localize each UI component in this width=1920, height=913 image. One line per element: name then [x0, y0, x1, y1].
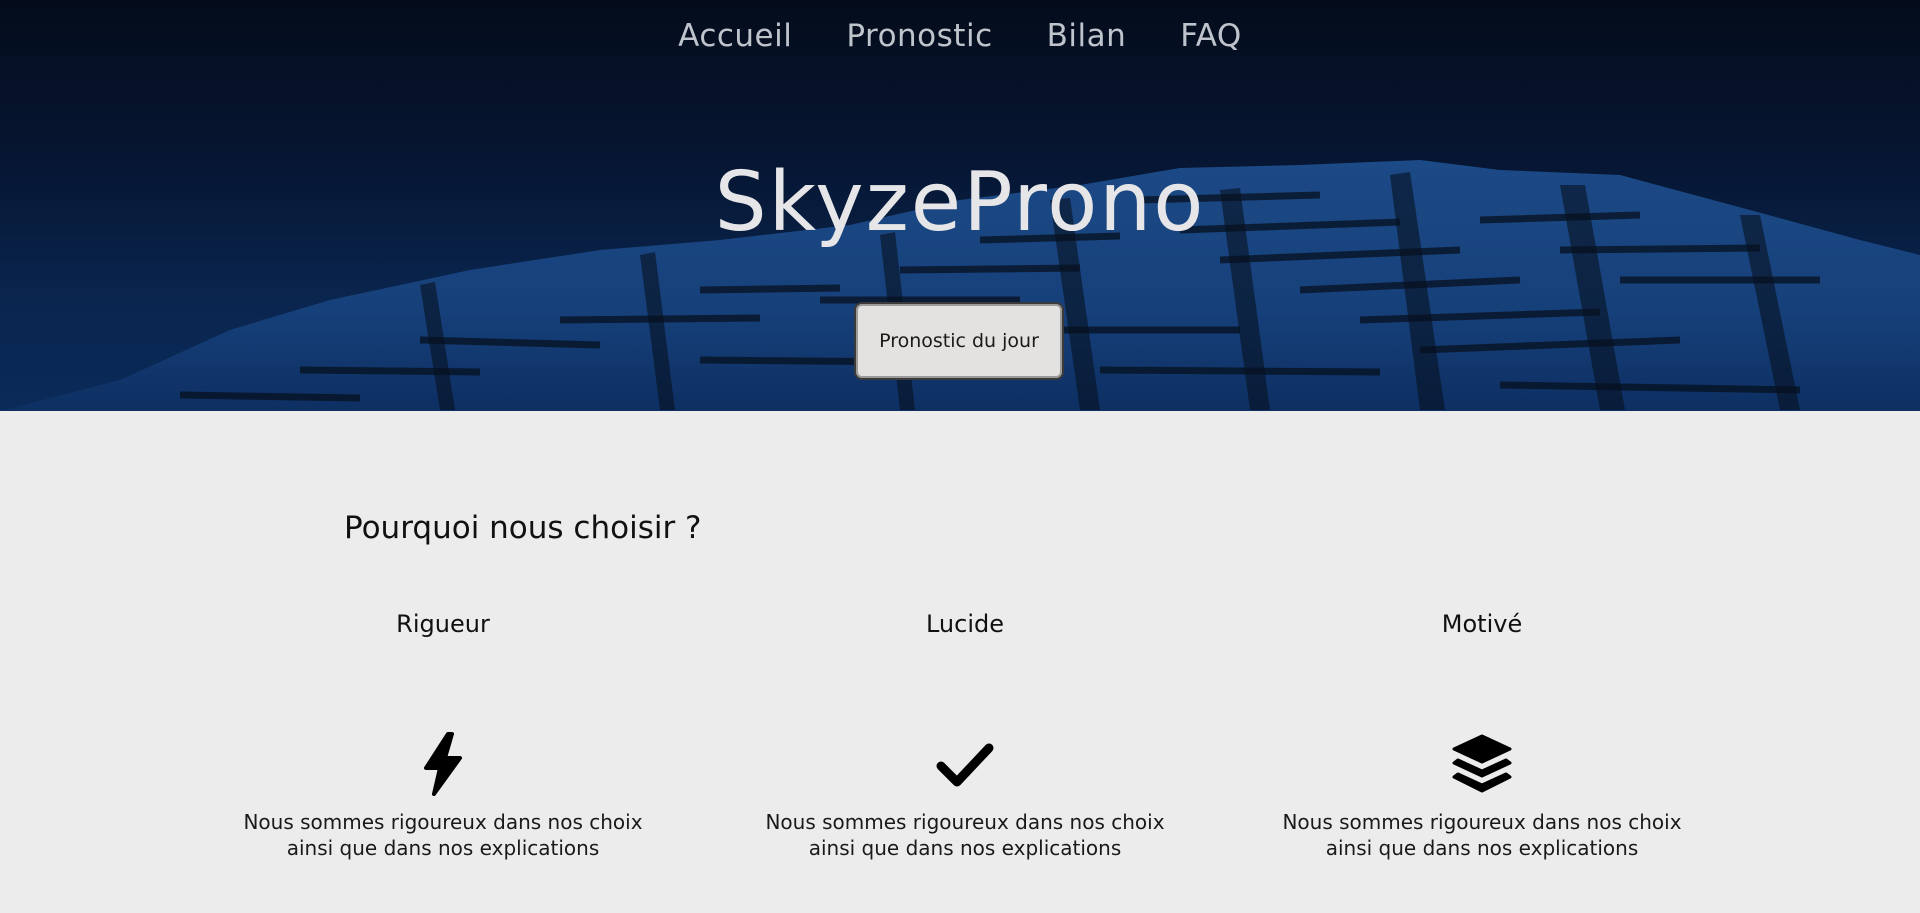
site-title: SkyzeProno	[714, 155, 1206, 250]
feature-description-line: ainsi que dans nos explications	[1325, 836, 1639, 860]
feature-title: Rigueur	[396, 610, 490, 638]
bolt-icon	[424, 732, 462, 796]
hero-section: Accueil Pronostic Bilan FAQ SkyzeProno P…	[0, 0, 1920, 411]
feature-card-lucide: Lucide Nous sommes rigoureux dans nos ch…	[755, 610, 1175, 861]
nav-link-bilan[interactable]: Bilan	[1047, 18, 1127, 54]
feature-description: Nous sommes rigoureux dans nos choix ain…	[755, 809, 1175, 861]
layers-icon	[1452, 734, 1512, 793]
nav-link-pronostic[interactable]: Pronostic	[846, 18, 992, 54]
main-navigation: Accueil Pronostic Bilan FAQ	[0, 18, 1920, 54]
check-icon	[936, 743, 994, 787]
feature-description-line: ainsi que dans nos explications	[286, 836, 600, 860]
feature-card-rigueur: Rigueur Nous sommes rigoureux dans nos c…	[233, 610, 653, 861]
why-choose-us-heading: Pourquoi nous choisir ?	[344, 510, 702, 546]
feature-description: Nous sommes rigoureux dans nos choix ain…	[233, 809, 653, 861]
nav-link-faq[interactable]: FAQ	[1180, 18, 1242, 54]
feature-description-line: Nous sommes rigoureux dans nos choix	[243, 810, 643, 834]
feature-description-line: Nous sommes rigoureux dans nos choix	[1282, 810, 1682, 834]
nav-link-accueil[interactable]: Accueil	[678, 18, 792, 54]
feature-description: Nous sommes rigoureux dans nos choix ain…	[1272, 809, 1692, 861]
feature-description-line: ainsi que dans nos explications	[808, 836, 1122, 860]
pronostic-du-jour-button[interactable]: Pronostic du jour	[854, 302, 1064, 380]
feature-card-motive: Motivé Nous sommes rigoureux dans nos ch…	[1272, 610, 1692, 861]
feature-description-line: Nous sommes rigoureux dans nos choix	[765, 810, 1165, 834]
feature-title: Motivé	[1441, 610, 1523, 638]
feature-title: Lucide	[925, 610, 1005, 638]
